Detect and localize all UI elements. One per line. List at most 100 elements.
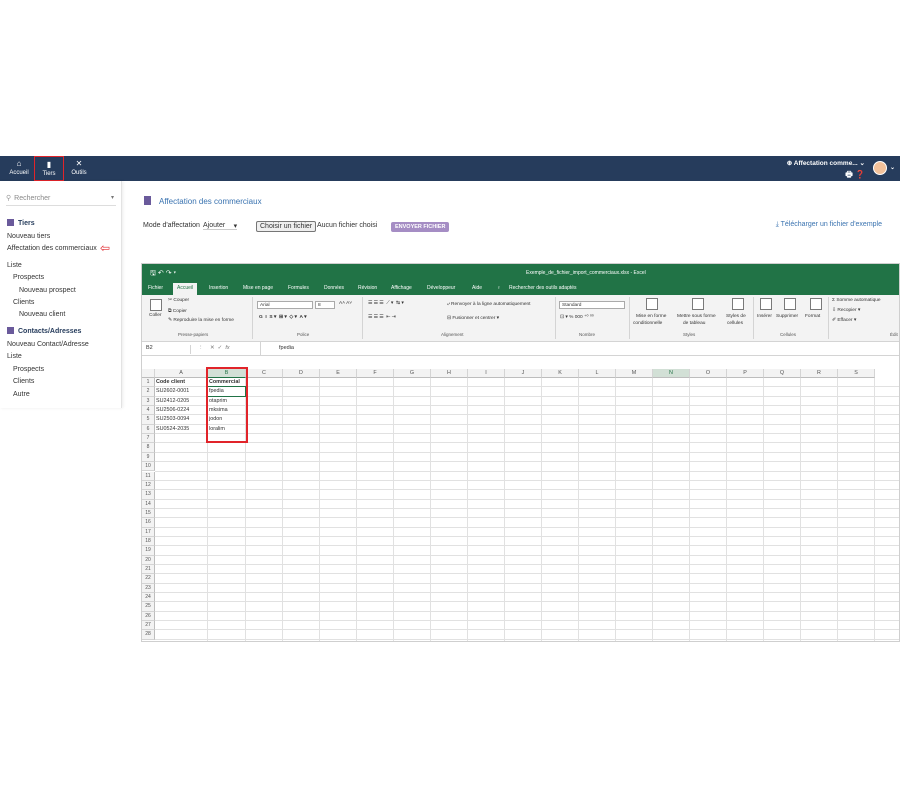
row-header[interactable]: 7 — [142, 434, 155, 444]
tab-mise-en-page[interactable]: Mise en page — [243, 285, 273, 291]
table-cell[interactable]: SU2412-0205 — [155, 397, 189, 406]
sidebar-item-contacts-prospects[interactable]: Prospects — [13, 366, 44, 373]
row-header[interactable]: 3 — [142, 396, 155, 407]
row-header[interactable]: 2 — [142, 387, 155, 397]
format-as-table-label-2[interactable]: de tableau — [683, 321, 705, 326]
formula-icons[interactable]: ✕ ✓ fx — [210, 345, 230, 351]
row-header[interactable]: 14 — [142, 499, 155, 509]
print-help-icons[interactable]: 🖶 ❓ — [845, 169, 865, 183]
bold-italic-underline-icons[interactable]: G I S ▾ ⊞ ▾ ◇ ▾ A ▾ — [259, 315, 307, 320]
column-header-a[interactable]: A — [155, 369, 208, 378]
column-header-r[interactable]: R — [801, 369, 838, 378]
sidebar-item-nouveau-prospect[interactable]: Nouveau prospect — [19, 287, 76, 294]
delete-cells-button[interactable]: Supprimer — [776, 314, 798, 319]
column-header-g[interactable]: G — [394, 369, 431, 378]
number-format-icons[interactable]: ⊡ ▾ % 000 ⁺⁰ ⁰⁰ — [560, 315, 594, 320]
row-header[interactable]: 4 — [142, 406, 155, 416]
sidebar-item-nouveau-client[interactable]: Nouveau client — [19, 311, 65, 318]
row-header[interactable]: 1 — [142, 378, 155, 388]
row-header[interactable]: 17 — [142, 527, 155, 537]
row-header[interactable]: 18 — [142, 536, 155, 547]
insert-cells-icon[interactable] — [760, 298, 772, 310]
row-header[interactable]: 9 — [142, 452, 155, 463]
clear-button[interactable]: ✐ Effacer ▾ — [832, 318, 856, 323]
tab-revision[interactable]: Révision — [358, 285, 377, 291]
tab-developpeur[interactable]: Développeur — [427, 285, 455, 291]
format-cells-icon[interactable] — [810, 298, 822, 310]
column-header-h[interactable]: H — [431, 369, 468, 378]
tab-affichage[interactable]: Affichage — [391, 285, 412, 291]
current-page-menu[interactable]: ⊕ Affectation comme... ⌄ — [787, 159, 865, 167]
tab-donnees[interactable]: Données — [324, 285, 344, 291]
format-as-table-icon[interactable] — [692, 298, 704, 310]
row-header[interactable]: 24 — [142, 593, 155, 603]
sidebar-item-liste[interactable]: Liste — [7, 262, 22, 269]
tab-insertion[interactable]: Insertion — [209, 285, 228, 291]
paste-button[interactable]: Coller — [149, 313, 162, 318]
column-header-l[interactable]: L — [579, 369, 616, 378]
select-all-corner[interactable] — [142, 369, 155, 378]
avatar-chevron-icon[interactable]: ⌄ — [890, 164, 895, 171]
cell-styles-label-1[interactable]: Styles de — [726, 314, 746, 319]
copy-button[interactable]: ⧉ Copier — [168, 308, 187, 314]
cell-styles-label-2[interactable]: cellules — [727, 321, 743, 326]
tab-fichier[interactable]: Fichier — [148, 285, 163, 291]
paste-icon[interactable] — [150, 299, 162, 311]
conditional-format-label-2[interactable]: conditionnelle — [633, 321, 662, 326]
row-header[interactable]: 26 — [142, 611, 155, 622]
row-header[interactable]: 5 — [142, 415, 155, 425]
number-format-select[interactable]: Standard — [559, 301, 625, 309]
row-header[interactable]: 22 — [142, 574, 155, 584]
insert-cells-button[interactable]: Insérer — [757, 314, 772, 319]
column-header-d[interactable]: D — [283, 369, 320, 378]
row-header[interactable]: 16 — [142, 518, 155, 528]
tab-accueil[interactable]: Accueil — [173, 283, 198, 295]
sidebar-item-liste-contacts[interactable]: Liste — [7, 353, 22, 360]
sidebar-section-tiers[interactable]: Tiers — [7, 219, 35, 227]
wrap-text-button[interactable]: ⤶ Renvoyer à la ligne automatiquement — [447, 301, 531, 307]
nav-accueil[interactable]: ⌂ Accueil — [4, 156, 34, 181]
row-header[interactable]: 12 — [142, 480, 155, 491]
conditional-format-icon[interactable] — [646, 298, 658, 310]
row-header[interactable]: 11 — [142, 471, 155, 481]
delete-cells-icon[interactable] — [784, 298, 796, 310]
table-cell[interactable]: SU2503-0094 — [155, 415, 189, 424]
nav-outils[interactable]: ✕ Outils — [64, 156, 94, 181]
tell-me-search[interactable]: Rechercher des outils adaptés — [509, 285, 577, 291]
row-header[interactable]: 25 — [142, 602, 155, 612]
row-header[interactable]: 28 — [142, 630, 155, 640]
cut-button[interactable]: ✂ Couper — [168, 298, 189, 303]
font-size-select[interactable]: 8 — [315, 301, 335, 309]
format-painter-button[interactable]: ✎ Reproduire la mise en forme — [168, 318, 234, 323]
sidebar-item-clients[interactable]: Clients — [13, 299, 34, 306]
row-header[interactable]: 15 — [142, 508, 155, 519]
tab-formules[interactable]: Formules — [288, 285, 309, 291]
column-header-c[interactable]: C — [246, 369, 283, 378]
row-header[interactable]: 23 — [142, 583, 155, 594]
tab-aide[interactable]: Aide — [472, 285, 482, 291]
sidebar-section-contacts[interactable]: Contacts/Adresses — [7, 327, 81, 335]
formula-input[interactable]: fpedia — [279, 345, 294, 351]
column-header-j[interactable]: J — [505, 369, 542, 378]
font-name-select[interactable]: Arial — [257, 301, 313, 309]
fill-button[interactable]: ⇩ Recopier ▾ — [832, 308, 860, 313]
avatar[interactable] — [873, 161, 887, 175]
sidebar-item-nouveau-tiers[interactable]: Nouveau tiers — [7, 233, 50, 240]
name-box[interactable]: B2 — [146, 345, 191, 354]
column-header-p[interactable]: P — [727, 369, 764, 378]
row-header[interactable]: 21 — [142, 565, 155, 575]
row-header[interactable]: 6 — [142, 424, 155, 435]
row-header[interactable]: 27 — [142, 621, 155, 631]
mode-select[interactable]: Ajouter ▾ — [203, 222, 238, 230]
row-header[interactable]: 10 — [142, 462, 155, 472]
table-cell[interactable]: SU2602-0001 — [155, 387, 189, 396]
download-example-link[interactable]: ⤓ Télécharger un fichier d'exemple — [776, 221, 882, 229]
autosum-button[interactable]: Σ Somme automatique — [832, 298, 881, 303]
sidebar-item-autre[interactable]: Autre — [13, 391, 30, 398]
row-header[interactable]: 19 — [142, 546, 155, 556]
cell-a1[interactable]: Code client — [155, 378, 185, 387]
sidebar-item-affectation[interactable]: Affectation des commerciaux — [7, 245, 97, 252]
column-header-f[interactable]: F — [357, 369, 394, 378]
sidebar-item-prospects[interactable]: Prospects — [13, 274, 44, 281]
column-header-e[interactable]: E — [320, 369, 357, 378]
